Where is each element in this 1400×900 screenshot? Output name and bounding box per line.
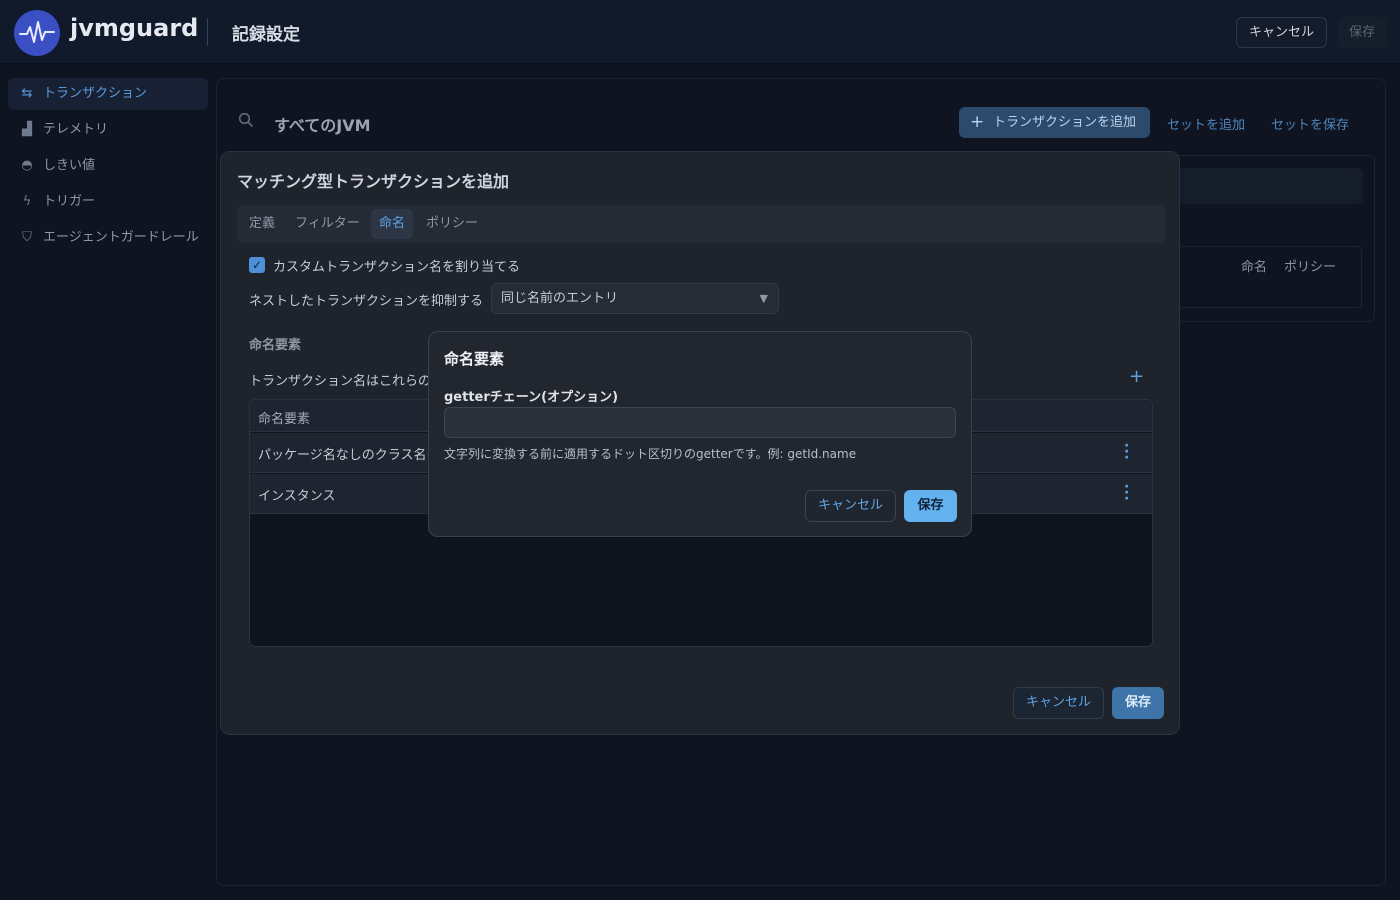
suppress-nested-value: 同じ名前のエントリ	[501, 291, 619, 306]
sidebar-item-label: トランザクション	[43, 86, 148, 101]
sidebar: ⇆ トランザクション ▟ テレメトリ ◓ しきい値 ϟ トリガー ⛉ エージェン…	[8, 78, 208, 258]
save-set-link[interactable]: セットを保存	[1271, 114, 1349, 133]
modal-save-button[interactable]: 保存	[1112, 687, 1164, 719]
sidebar-item-transactions[interactable]: ⇆ トランザクション	[8, 78, 208, 110]
custom-name-checkbox-label[interactable]: カスタムトランザクション名を割り当てる	[273, 256, 520, 275]
sidebar-item-thresholds[interactable]: ◓ しきい値	[8, 150, 208, 182]
add-transaction-button[interactable]: + トランザクションを追加	[959, 107, 1150, 138]
add-set-link[interactable]: セットを追加	[1167, 114, 1245, 133]
getter-chain-help-text: 文字列に変換する前に適用するドット区切りのgetterです。例: getId.n…	[444, 447, 857, 461]
transaction-set-header	[1170, 168, 1363, 204]
sidebar-item-agent-guardrails[interactable]: ⛉ エージェントガードレール	[8, 222, 208, 254]
jvmguard-logo-icon	[14, 10, 60, 56]
naming-elements-description: トランザクション名はこれらの	[249, 374, 432, 389]
sidebar-item-label: エージェントガードレール	[43, 230, 199, 245]
naming-element-label: インスタンス	[258, 489, 336, 504]
dialog-title: 命名要素	[444, 350, 505, 368]
tab-naming[interactable]: 命名	[371, 209, 414, 239]
dialog-cancel-button[interactable]: キャンセル	[805, 490, 896, 522]
chevron-down-icon: ▼	[759, 292, 768, 305]
modal-tabs: 定義 フィルター 命名 ポリシー	[237, 205, 1165, 243]
sidebar-item-label: トリガー	[43, 194, 96, 209]
getter-chain-label: getterチェーン(オプション)	[444, 390, 619, 405]
add-naming-element-button[interactable]: +	[1129, 366, 1144, 387]
suppress-nested-select[interactable]: 同じ名前のエントリ ▼	[491, 283, 779, 314]
naming-elements-section-label: 命名要素	[249, 338, 302, 353]
column-header-policy: ポリシー	[1284, 260, 1337, 275]
tab-policy[interactable]: ポリシー	[418, 209, 486, 239]
column-header-naming: 命名	[1241, 260, 1268, 275]
chart-icon: ▟	[22, 122, 32, 137]
sidebar-item-telemetry[interactable]: ▟ テレメトリ	[8, 114, 208, 146]
custom-name-checkbox[interactable]: ✓	[249, 257, 265, 273]
modal-cancel-button[interactable]: キャンセル	[1013, 687, 1104, 719]
tab-definition[interactable]: 定義	[241, 209, 283, 239]
transaction-icon: ⇆	[21, 86, 33, 101]
column-header-naming-element: 命名要素	[258, 412, 311, 427]
kebab-menu-icon[interactable]: · · ·	[1124, 480, 1130, 506]
sidebar-item-label: テレメトリ	[43, 122, 109, 137]
app-header: jvmguard 記録設定 キャンセル 保存	[0, 0, 1400, 64]
dialog-save-button[interactable]: 保存	[904, 490, 957, 522]
tab-filter[interactable]: フィルター	[287, 209, 368, 239]
naming-element-label: パッケージ名なしのクラス名	[258, 448, 427, 463]
header-divider	[207, 18, 208, 46]
sidebar-item-label: しきい値	[43, 158, 96, 173]
add-transaction-label: トランザクションを追加	[993, 115, 1137, 130]
header-save-button[interactable]: 保存	[1337, 17, 1387, 48]
sidebar-item-triggers[interactable]: ϟ トリガー	[8, 186, 208, 218]
modal-title: マッチング型トランザクションを追加	[237, 172, 510, 191]
getter-chain-input[interactable]	[444, 407, 956, 438]
brand-name: jvmguard	[70, 14, 199, 42]
search-icon[interactable]	[238, 112, 256, 130]
lightning-icon: ϟ	[22, 194, 32, 209]
page-title: 記録設定	[232, 25, 300, 45]
gauge-icon: ◓	[21, 158, 33, 173]
plus-icon: +	[970, 112, 985, 132]
jvm-scope-label[interactable]: すべてのJVM	[274, 112, 371, 136]
shield-icon: ⛉	[22, 230, 32, 245]
kebab-menu-icon[interactable]: · · ·	[1124, 439, 1130, 465]
header-cancel-button[interactable]: キャンセル	[1236, 17, 1327, 48]
suppress-nested-label: ネストしたトランザクションを抑制する	[249, 294, 484, 309]
naming-element-dialog: 命名要素 getterチェーン(オプション) 文字列に変換する前に適用するドット…	[428, 331, 972, 537]
